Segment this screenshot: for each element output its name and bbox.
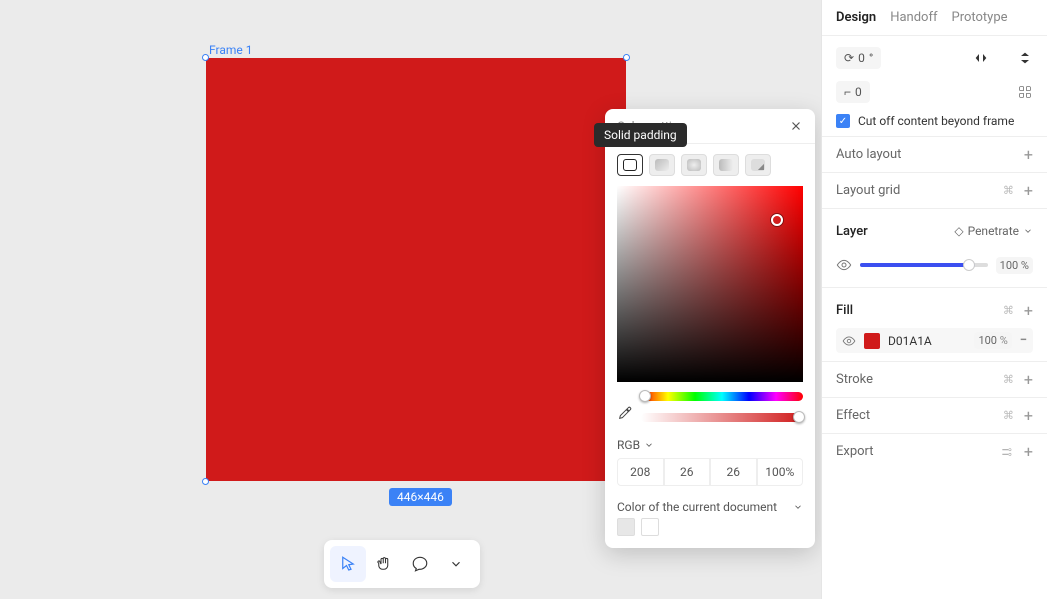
effect-section: Effect — [836, 408, 870, 423]
select-tool[interactable] — [330, 546, 366, 582]
fill-hex-input[interactable]: D01A1A — [888, 334, 932, 348]
fill-item: D01A1A 100 % − — [836, 328, 1033, 353]
independent-corners-icon[interactable] — [1017, 84, 1033, 100]
more-tools[interactable] — [438, 546, 474, 582]
opacity-slider[interactable] — [860, 263, 988, 267]
fill-section: Fill — [836, 303, 853, 318]
saturation-value-picker[interactable] — [617, 186, 803, 382]
doc-swatch-1[interactable] — [617, 518, 635, 536]
export-settings-icon[interactable] — [1000, 445, 1014, 459]
resize-handle-bottom-left[interactable] — [202, 478, 209, 485]
fill-type-angular[interactable] — [713, 154, 739, 176]
fill-swatch[interactable] — [864, 333, 880, 349]
document-colors-toggle[interactable]: Color of the current document — [605, 492, 815, 518]
remove-fill[interactable]: − — [1020, 333, 1027, 348]
hue-slider[interactable] — [641, 392, 803, 401]
tab-design[interactable]: Design — [836, 10, 876, 25]
resize-handle-top-right[interactable] — [623, 54, 630, 61]
corner-radius-input[interactable]: ⌐0 — [836, 81, 870, 103]
opacity-thumb[interactable] — [963, 259, 975, 271]
fill-opacity-input[interactable]: 100 % — [974, 332, 1011, 349]
alpha-slider[interactable] — [641, 413, 803, 422]
selected-frame[interactable] — [206, 58, 626, 481]
frame-label[interactable]: Frame 1 — [209, 43, 252, 57]
fill-type-radial[interactable] — [681, 154, 707, 176]
comment-tool[interactable] — [402, 546, 438, 582]
add-effect[interactable]: + — [1024, 406, 1033, 425]
layout-grid-section: Layout grid — [836, 183, 900, 198]
right-sidebar: Design Handoff Prototype ⟳0° ⌐0 ✓ Cut of… — [821, 0, 1047, 599]
stroke-section: Stroke — [836, 372, 873, 387]
color-g-input[interactable]: 26 — [664, 458, 711, 486]
add-layout-grid[interactable]: + — [1024, 181, 1033, 200]
close-icon[interactable] — [789, 119, 803, 133]
tooltip-solid-padding: Solid padding — [594, 123, 687, 147]
auto-layout-section: Auto layout — [836, 147, 901, 162]
color-a-input[interactable]: 100% — [757, 458, 804, 486]
color-r-input[interactable]: 208 — [617, 458, 664, 486]
fill-type-solid[interactable] — [617, 154, 643, 176]
clip-content-checkbox[interactable]: ✓ Cut off content beyond frame — [836, 114, 1033, 128]
dimensions-badge: 446×446 — [389, 488, 452, 506]
doc-swatch-2[interactable] — [641, 518, 659, 536]
color-picker-popover: Color setting ◢ RGB 208 26 26 100% — [605, 109, 815, 548]
layer-section: Layer — [836, 224, 868, 239]
add-export[interactable]: + — [1024, 442, 1033, 461]
hand-tool[interactable] — [366, 546, 402, 582]
blend-mode-select[interactable]: ◇Penetrate — [954, 224, 1033, 238]
hue-thumb[interactable] — [639, 390, 651, 402]
rotation-input[interactable]: ⟳0° — [836, 47, 881, 69]
alpha-thumb[interactable] — [793, 411, 805, 423]
fill-type-linear[interactable] — [649, 154, 675, 176]
flip-horizontal-icon[interactable] — [973, 50, 989, 66]
resize-handle-top-left[interactable] — [202, 54, 209, 61]
sv-cursor[interactable] — [771, 214, 783, 226]
color-b-input[interactable]: 26 — [710, 458, 757, 486]
visibility-icon[interactable] — [836, 257, 852, 273]
fill-type-image[interactable]: ◢ — [745, 154, 771, 176]
bottom-toolbar — [324, 540, 480, 588]
color-mode-select[interactable]: RGB — [617, 438, 654, 452]
add-auto-layout[interactable]: + — [1024, 145, 1033, 164]
fill-visibility-icon[interactable] — [842, 334, 856, 348]
tab-handoff[interactable]: Handoff — [890, 10, 937, 25]
add-fill[interactable]: + — [1024, 301, 1033, 320]
tab-prototype[interactable]: Prototype — [952, 10, 1008, 25]
add-stroke[interactable]: + — [1024, 370, 1033, 389]
flip-vertical-icon[interactable] — [1017, 50, 1033, 66]
eyedropper-icon[interactable] — [617, 405, 633, 421]
export-section: Export — [836, 444, 874, 459]
layout-grid-shortcut: ⌘ — [1003, 184, 1014, 197]
opacity-input[interactable]: 100 % — [996, 257, 1033, 274]
